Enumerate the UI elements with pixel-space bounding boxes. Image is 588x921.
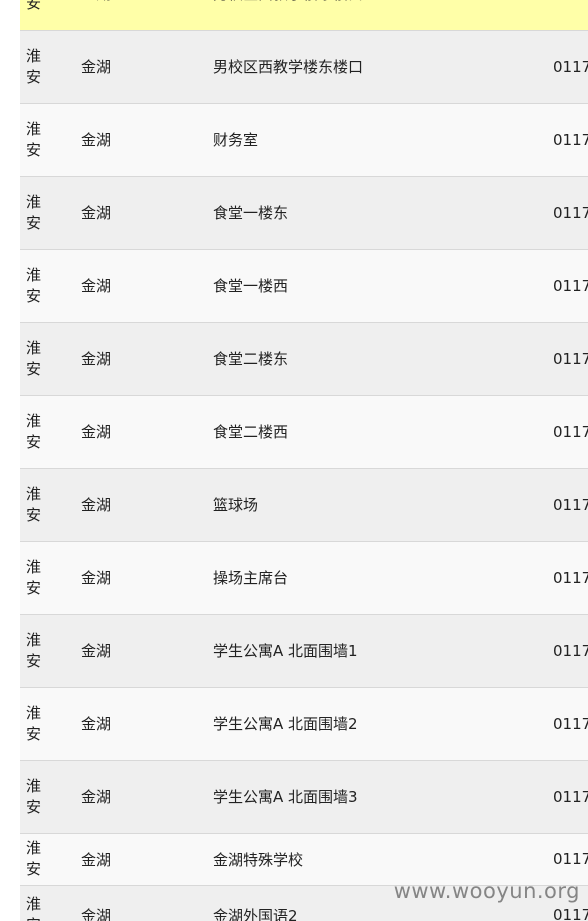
city-cell: 淮安 <box>20 0 76 31</box>
district-cell: 金湖 <box>76 833 213 886</box>
city-cell: 淮安 <box>20 103 76 177</box>
code-cell: 01171 <box>553 395 588 469</box>
location-cell: 金湖特殊学校 <box>213 833 553 886</box>
code-cell: 01171 <box>553 614 588 688</box>
city-cell: 淮安 <box>20 176 76 250</box>
location-cell: 学生公寓A 北面围墙2 <box>213 687 553 761</box>
location-cell: 男校区西教学楼东楼口 <box>213 30 553 104</box>
location-cell: 学生公寓A 北面围墙3 <box>213 760 553 834</box>
code-cell: 01171 <box>553 322 588 396</box>
table-row[interactable]: 淮安 金湖 篮球场 01171 <box>20 468 588 542</box>
table-row[interactable]: 淮安 金湖 学生公寓A 北面围墙3 01171 <box>20 760 588 834</box>
city-text: 淮安 <box>26 46 42 86</box>
table-row[interactable]: 淮安 金湖 食堂一楼东 01171 <box>20 176 588 250</box>
district-cell: 金湖 <box>76 395 213 469</box>
city-text: 淮安 <box>26 119 42 159</box>
location-cell: 篮球场 <box>213 468 553 542</box>
city-cell: 淮安 <box>20 249 76 323</box>
district-cell: 金湖 <box>76 30 213 104</box>
table-row[interactable]: 淮安 金湖 食堂二楼东 01171 <box>20 322 588 396</box>
city-cell: 淮安 <box>20 322 76 396</box>
city-text: 淮安 <box>26 192 42 232</box>
code-cell: 01171 <box>553 30 588 104</box>
device-table-body: 淮安 金湖 男校区西教学楼东楼口 01171 淮安 金湖 男校区西教学楼东楼口 … <box>20 0 588 921</box>
code-cell: 01171 <box>553 0 588 31</box>
location-cell: 食堂二楼西 <box>213 395 553 469</box>
code-cell: 01171 <box>553 176 588 250</box>
location-cell: 食堂二楼东 <box>213 322 553 396</box>
city-text: 淮安 <box>26 411 42 451</box>
district-cell: 金湖 <box>76 614 213 688</box>
table-row[interactable]: 淮安 金湖 学生公寓A 北面围墙2 01171 <box>20 687 588 761</box>
city-cell: 淮安 <box>20 687 76 761</box>
location-cell: 食堂一楼西 <box>213 249 553 323</box>
watermark: www.wooyun.org <box>393 879 580 903</box>
city-cell: 淮安 <box>20 833 76 886</box>
district-cell: 金湖 <box>76 176 213 250</box>
city-text: 淮安 <box>26 703 42 743</box>
location-cell: 操场主席台 <box>213 541 553 615</box>
district-cell: 金湖 <box>76 0 213 31</box>
district-cell: 金湖 <box>76 103 213 177</box>
code-cell: 01171 <box>553 468 588 542</box>
district-cell: 金湖 <box>76 541 213 615</box>
location-cell: 食堂一楼东 <box>213 176 553 250</box>
city-cell: 淮安 <box>20 468 76 542</box>
district-cell: 金湖 <box>76 885 213 921</box>
city-cell: 淮安 <box>20 30 76 104</box>
district-cell: 金湖 <box>76 322 213 396</box>
code-cell: 01171 <box>553 760 588 834</box>
city-cell: 淮安 <box>20 885 76 921</box>
city-cell: 淮安 <box>20 395 76 469</box>
table-row[interactable]: 淮安 金湖 男校区西教学楼东楼口 01171 <box>20 30 588 104</box>
city-text: 淮安 <box>26 338 42 378</box>
district-cell: 金湖 <box>76 468 213 542</box>
location-cell: 男校区西教学楼东楼口 <box>213 0 553 31</box>
table-row[interactable]: 淮安 金湖 金湖特殊学校 01171 <box>20 833 588 886</box>
city-cell: 淮安 <box>20 541 76 615</box>
page: 淮安 金湖 男校区西教学楼东楼口 01171 淮安 金湖 男校区西教学楼东楼口 … <box>0 0 588 921</box>
code-cell: 01171 <box>553 541 588 615</box>
district-cell: 金湖 <box>76 687 213 761</box>
city-text: 淮安 <box>26 265 42 305</box>
city-text: 淮安 <box>26 839 42 878</box>
code-cell: 01171 <box>553 249 588 323</box>
city-cell: 淮安 <box>20 760 76 834</box>
location-cell: 学生公寓A 北面围墙1 <box>213 614 553 688</box>
table-row[interactable]: 淮安 金湖 食堂二楼西 01171 <box>20 395 588 469</box>
district-cell: 金湖 <box>76 760 213 834</box>
city-cell: 淮安 <box>20 614 76 688</box>
city-text: 淮安 <box>26 0 42 13</box>
district-cell: 金湖 <box>76 249 213 323</box>
code-cell: 01171 <box>553 833 588 886</box>
city-text: 淮安 <box>26 895 42 921</box>
table-row[interactable]: 淮安 金湖 食堂一楼西 01171 <box>20 249 588 323</box>
city-text: 淮安 <box>26 776 42 816</box>
city-text: 淮安 <box>26 484 42 524</box>
city-text: 淮安 <box>26 557 42 597</box>
table-row[interactable]: 淮安 金湖 财务室 01171 <box>20 103 588 177</box>
table-row[interactable]: 淮安 金湖 男校区西教学楼东楼口 01171 <box>20 0 588 31</box>
device-table: 淮安 金湖 男校区西教学楼东楼口 01171 淮安 金湖 男校区西教学楼东楼口 … <box>20 0 588 921</box>
table-row[interactable]: 淮安 金湖 操场主席台 01171 <box>20 541 588 615</box>
code-cell: 01171 <box>553 103 588 177</box>
code-cell: 01171 <box>553 687 588 761</box>
table-row[interactable]: 淮安 金湖 学生公寓A 北面围墙1 01171 <box>20 614 588 688</box>
location-cell: 财务室 <box>213 103 553 177</box>
city-text: 淮安 <box>26 630 42 670</box>
